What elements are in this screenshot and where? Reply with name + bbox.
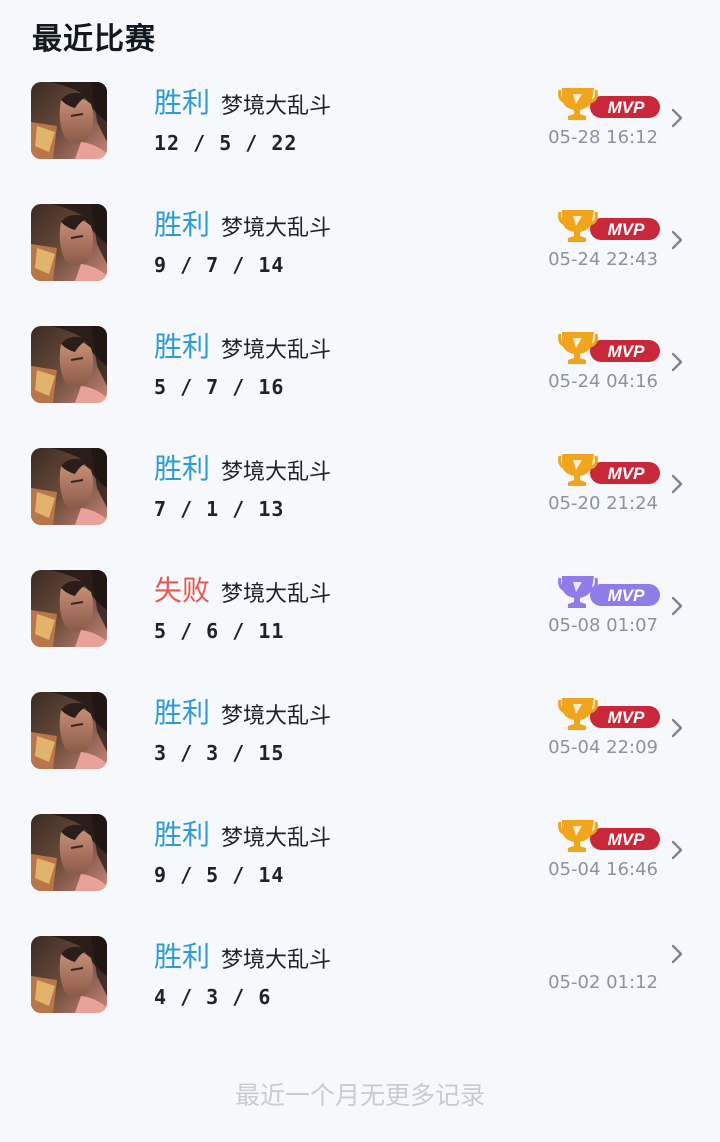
match-time: 05-04 16:46 — [548, 859, 658, 880]
game-mode: 梦境大乱斗 — [221, 704, 332, 729]
chevron-right-icon[interactable] — [670, 839, 684, 861]
match-row-5[interactable]: 失败 梦境大乱斗 5 / 6 / 11 MVP 05-08 01:07 — [0, 549, 720, 671]
match-time: 05-24 04:16 — [548, 371, 658, 392]
chevron-right-icon[interactable] — [670, 351, 684, 373]
match-row-7[interactable]: 胜利 梦境大乱斗 9 / 5 / 14 MVP 05-04 16:46 — [0, 793, 720, 915]
mvp-label: MVP — [608, 586, 646, 605]
mvp-trophy-icon: MVP — [558, 818, 660, 854]
match-row-8[interactable]: 胜利 梦境大乱斗 4 / 3 / 6 05-02 01:12 — [0, 915, 720, 1037]
game-mode: 梦境大乱斗 — [221, 826, 332, 851]
kda-score: 12 / 5 / 22 — [154, 131, 298, 155]
kda-score: 3 / 3 / 15 — [154, 741, 285, 765]
game-mode: 梦境大乱斗 — [221, 338, 332, 363]
match-time: 05-24 22:43 — [548, 249, 658, 270]
page-title: 最近比赛 — [32, 22, 156, 57]
match-result: 胜利 — [154, 330, 211, 363]
chevron-right-icon[interactable] — [670, 595, 684, 617]
chevron-right-icon[interactable] — [670, 943, 684, 965]
match-result: 胜利 — [154, 208, 211, 241]
hero-avatar — [31, 692, 107, 769]
match-result: 失败 — [154, 574, 211, 607]
mvp-label: MVP — [608, 220, 646, 239]
match-result: 胜利 — [154, 452, 211, 485]
match-time: 05-20 21:24 — [548, 493, 658, 514]
hero-avatar — [31, 326, 107, 403]
mvp-label: MVP — [608, 342, 646, 361]
game-mode: 梦境大乱斗 — [221, 948, 332, 973]
kda-score: 4 / 3 / 6 — [154, 985, 272, 1009]
match-row-4[interactable]: 胜利 梦境大乱斗 7 / 1 / 13 MVP 05-20 21:24 — [0, 427, 720, 549]
kda-score: 5 / 6 / 11 — [154, 619, 285, 643]
mvp-trophy-icon: MVP — [558, 696, 660, 732]
hero-avatar — [31, 814, 107, 891]
match-result: 胜利 — [154, 818, 211, 851]
chevron-right-icon[interactable] — [670, 717, 684, 739]
no-more-records-text: 最近一个月无更多记录 — [234, 1081, 485, 1110]
mvp-label: MVP — [608, 708, 646, 727]
game-mode: 梦境大乱斗 — [221, 460, 332, 485]
kda-score: 5 / 7 / 16 — [154, 375, 285, 399]
match-list: 胜利 梦境大乱斗 12 / 5 / 22 MVP 05-28 16:12 胜利 … — [0, 61, 720, 1037]
chevron-right-icon[interactable] — [670, 229, 684, 251]
mvp-label: MVP — [608, 98, 646, 117]
mvp-trophy-icon: MVP — [558, 452, 660, 488]
mvp-trophy-icon: MVP — [558, 208, 660, 244]
kda-score: 7 / 1 / 13 — [154, 497, 285, 521]
game-mode: 梦境大乱斗 — [221, 216, 332, 241]
hero-avatar — [31, 570, 107, 647]
chevron-right-icon[interactable] — [670, 107, 684, 129]
mvp-trophy-icon: MVP — [558, 330, 660, 366]
match-time: 05-02 01:12 — [548, 972, 658, 993]
match-time: 05-04 22:09 — [548, 737, 658, 758]
hero-avatar — [31, 82, 107, 159]
kda-score: 9 / 5 / 14 — [154, 863, 285, 887]
hero-avatar — [31, 204, 107, 281]
match-result: 胜利 — [154, 940, 211, 973]
mvp-trophy-icon: MVP — [558, 574, 660, 610]
match-row-1[interactable]: 胜利 梦境大乱斗 12 / 5 / 22 MVP 05-28 16:12 — [0, 61, 720, 183]
match-result: 胜利 — [154, 696, 211, 729]
match-time: 05-28 16:12 — [548, 127, 658, 148]
match-row-6[interactable]: 胜利 梦境大乱斗 3 / 3 / 15 MVP 05-04 22:09 — [0, 671, 720, 793]
hero-avatar — [31, 936, 107, 1013]
match-row-3[interactable]: 胜利 梦境大乱斗 5 / 7 / 16 MVP 05-24 04:16 — [0, 305, 720, 427]
mvp-trophy-icon: MVP — [558, 86, 660, 122]
match-result: 胜利 — [154, 86, 211, 119]
match-time: 05-08 01:07 — [548, 615, 658, 636]
chevron-right-icon[interactable] — [670, 473, 684, 495]
match-row-2[interactable]: 胜利 梦境大乱斗 9 / 7 / 14 MVP 05-24 22:43 — [0, 183, 720, 305]
game-mode: 梦境大乱斗 — [221, 582, 332, 607]
mvp-label: MVP — [608, 464, 646, 483]
mvp-label: MVP — [608, 830, 646, 849]
kda-score: 9 / 7 / 14 — [154, 253, 285, 277]
hero-avatar — [31, 448, 107, 525]
game-mode: 梦境大乱斗 — [221, 94, 332, 119]
